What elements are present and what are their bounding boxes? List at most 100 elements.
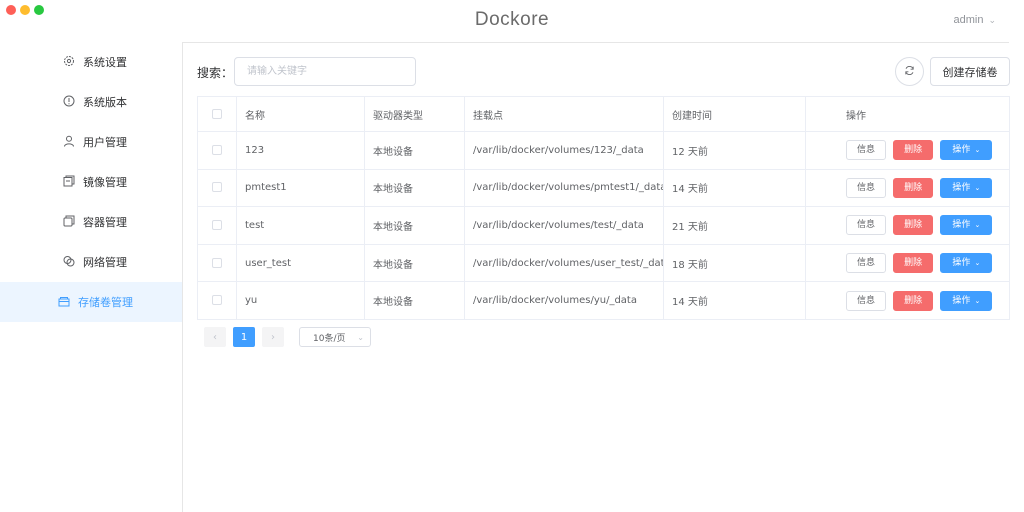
sidebar-item-settings[interactable]: 系统设置 [0, 42, 182, 82]
create-volume-button[interactable]: 创建存储卷 [930, 57, 1010, 86]
sidebar-item-label: 容器管理 [83, 216, 127, 229]
container-icon [63, 215, 77, 229]
cell-actions: 信息 删除 操作 ⌄ [805, 243, 1010, 283]
user-icon [63, 135, 77, 149]
table-row: user_test 本地设备 /var/lib/docker/volumes/u… [197, 243, 1010, 283]
row-select-cell [197, 206, 237, 245]
ops-label: 操作 [952, 258, 971, 269]
cell-mount: /var/lib/docker/volumes/pmtest1/_data [464, 168, 664, 208]
delete-button[interactable]: 删除 [893, 290, 934, 311]
volume-icon [58, 295, 72, 309]
row-checkbox[interactable] [212, 144, 222, 155]
cell-created: 14 天前 [663, 168, 806, 208]
delete-button[interactable]: 删除 [893, 253, 934, 274]
cell-driver: 本地设备 [364, 243, 465, 283]
refresh-icon [904, 64, 915, 79]
cell-mount: /var/lib/docker/volumes/yu/_data [464, 281, 664, 320]
page-number-current[interactable]: 1 [233, 327, 255, 347]
cell-driver: 本地设备 [364, 281, 465, 320]
column-header-mount[interactable]: 挂载点 [464, 96, 664, 132]
cell-mount: /var/lib/docker/volumes/123/_data [464, 131, 664, 170]
chevron-right-icon: › [271, 331, 275, 343]
chevron-down-icon: ⌄ [974, 146, 981, 155]
cell-driver: 本地设备 [364, 131, 465, 170]
column-header-created[interactable]: 创建时间 [663, 96, 806, 132]
row-checkbox[interactable] [212, 257, 222, 268]
refresh-button[interactable] [895, 57, 924, 86]
ops-label: 操作 [952, 145, 971, 156]
cell-created: 14 天前 [663, 281, 806, 320]
title-bar: Dockore admin ⌄ [0, 0, 1024, 42]
cell-name: user_test [236, 243, 365, 283]
table-row: 123 本地设备 /var/lib/docker/volumes/123/_da… [197, 131, 1010, 170]
ops-dropdown-button[interactable]: 操作 ⌄ [940, 215, 993, 236]
ops-dropdown-button[interactable]: 操作 ⌄ [940, 177, 993, 198]
cell-created: 21 天前 [663, 206, 806, 245]
table-row: test 本地设备 /var/lib/docker/volumes/test/_… [197, 206, 1010, 245]
sidebar-item-version[interactable]: 系统版本 [0, 82, 182, 122]
sidebar: 系统设置 系统版本 用户管理 镜像管理 容器管理 网络管理 存储卷管理 [0, 42, 183, 512]
delete-button[interactable]: 删除 [893, 177, 934, 198]
sidebar-item-images[interactable]: 镜像管理 [0, 162, 182, 202]
select-all-checkbox[interactable] [212, 108, 222, 119]
image-icon [63, 175, 77, 189]
cell-mount: /var/lib/docker/volumes/test/_data [464, 206, 664, 245]
app-title: Dockore [474, 9, 550, 30]
next-page-button[interactable]: › [262, 327, 284, 347]
table-header-row: 名称 驱动器类型 挂载点 创建时间 操作 [197, 96, 1010, 132]
chevron-down-icon: ⌄ [974, 183, 981, 192]
info-button[interactable]: 信息 [846, 215, 886, 236]
chevron-down-icon: ⌄ [357, 332, 364, 342]
user-menu[interactable]: admin ⌄ [953, 14, 996, 26]
chevron-left-icon: ‹ [213, 331, 217, 343]
delete-button[interactable]: 删除 [893, 215, 934, 236]
cell-created: 12 天前 [663, 131, 806, 170]
row-select-cell [197, 281, 237, 320]
sidebar-item-volumes[interactable]: 存储卷管理 [0, 282, 182, 322]
page-size-value: 10条/页 [313, 333, 346, 344]
info-button[interactable]: 信息 [846, 290, 886, 311]
chevron-down-icon: ⌄ [988, 14, 996, 25]
sidebar-item-label: 镜像管理 [83, 176, 127, 189]
row-checkbox[interactable] [212, 182, 222, 193]
column-header-name[interactable]: 名称 [236, 96, 365, 132]
page-size-select[interactable]: 10条/页 ⌄ [299, 327, 371, 347]
cell-actions: 信息 删除 操作 ⌄ [805, 206, 1010, 245]
info-icon [63, 95, 77, 109]
column-header-driver[interactable]: 驱动器类型 [364, 96, 465, 132]
sidebar-item-label: 网络管理 [83, 256, 127, 269]
sidebar-item-network[interactable]: 网络管理 [0, 242, 182, 282]
ops-dropdown-button[interactable]: 操作 ⌄ [940, 140, 993, 161]
cell-name: yu [236, 281, 365, 320]
search-label: 搜索： [197, 66, 234, 80]
sidebar-item-label: 系统设置 [83, 56, 127, 69]
sidebar-item-containers[interactable]: 容器管理 [0, 202, 182, 242]
network-icon [63, 255, 77, 269]
prev-page-button[interactable]: ‹ [204, 327, 226, 347]
sidebar-item-label: 系统版本 [83, 96, 127, 109]
delete-button[interactable]: 删除 [893, 140, 934, 161]
sidebar-item-users[interactable]: 用户管理 [0, 122, 182, 162]
info-button[interactable]: 信息 [846, 177, 886, 198]
cell-actions: 信息 删除 操作 ⌄ [805, 131, 1010, 170]
ops-label: 操作 [952, 182, 971, 193]
volumes-table: 名称 驱动器类型 挂载点 创建时间 操作 123 本地设备 /var/lib/d… [197, 96, 1010, 320]
user-name: admin [953, 14, 984, 26]
row-select-cell [197, 131, 237, 170]
cell-driver: 本地设备 [364, 206, 465, 245]
info-button[interactable]: 信息 [846, 140, 886, 161]
sidebar-item-label: 用户管理 [83, 136, 127, 149]
cell-actions: 信息 删除 操作 ⌄ [805, 168, 1010, 208]
pagination: ‹ 1 › 10条/页 ⌄ [204, 327, 371, 347]
ops-dropdown-button[interactable]: 操作 ⌄ [940, 253, 993, 274]
row-checkbox[interactable] [212, 219, 222, 230]
info-button[interactable]: 信息 [846, 253, 886, 274]
cell-mount: /var/lib/docker/volumes/user_test/_data [464, 243, 664, 283]
ops-label: 操作 [952, 295, 971, 306]
row-checkbox[interactable] [212, 295, 222, 306]
column-header-actions: 操作 [805, 96, 1010, 132]
cell-driver: 本地设备 [364, 168, 465, 208]
table-row: yu 本地设备 /var/lib/docker/volumes/yu/_data… [197, 281, 1010, 320]
search-input[interactable] [234, 57, 416, 86]
ops-dropdown-button[interactable]: 操作 ⌄ [940, 290, 993, 311]
